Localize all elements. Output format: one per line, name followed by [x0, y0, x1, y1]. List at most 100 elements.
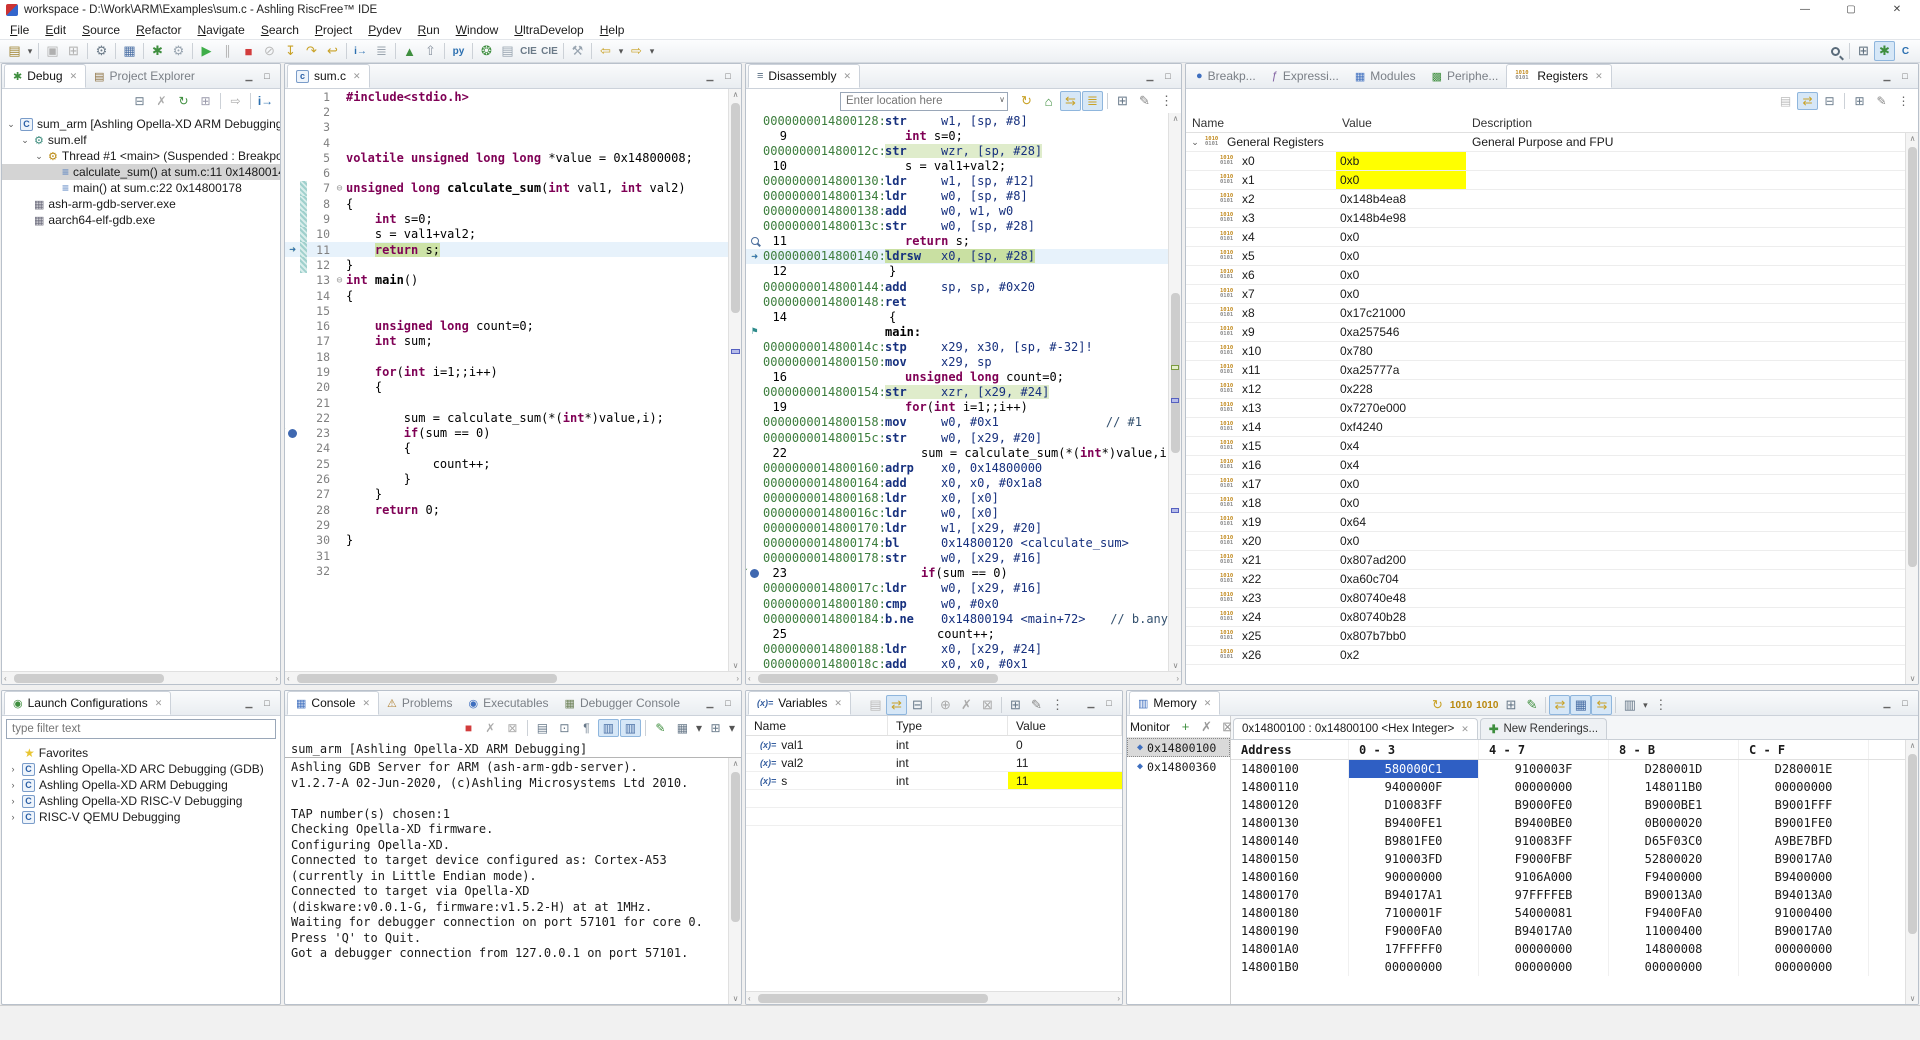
menu-help[interactable]: Help — [592, 22, 633, 38]
register-value[interactable]: 0x780 — [1336, 342, 1466, 360]
column-header[interactable]: 0 - 3 — [1349, 740, 1479, 759]
line-number[interactable]: 20 — [307, 380, 333, 394]
line-number[interactable]: 30 — [307, 533, 333, 547]
pin-memory-button[interactable]: ✎ — [1521, 695, 1542, 715]
close-icon[interactable]: ✕ — [353, 71, 361, 82]
back-button[interactable]: ⇦ — [595, 41, 616, 61]
register-row[interactable]: 10100101x220xa60c704 — [1186, 570, 1905, 589]
tab-breakp-[interactable]: ●Breakp... — [1188, 64, 1264, 88]
maximize-button[interactable]: ▢ — [1828, 0, 1874, 20]
debug-tree-item[interactable]: ⌄⚙sum.elf — [2, 132, 280, 148]
line-number[interactable]: 16 — [307, 319, 333, 333]
editor-line[interactable]: 4 — [285, 135, 728, 150]
register-row[interactable]: 10100101x170x0 — [1186, 475, 1905, 494]
build-all-button[interactable]: ⚙ — [91, 41, 112, 61]
overview-marker[interactable] — [1171, 508, 1179, 513]
breakpoint-marker[interactable]: ✓ — [746, 566, 763, 581]
register-row[interactable]: 10100101x240x80740b28 — [1186, 608, 1905, 627]
cie-trace-button[interactable]: CIE — [518, 41, 539, 61]
tab-launch-configurations[interactable]: ◉Launch Configurations✕ — [4, 691, 171, 715]
remove-button[interactable]: ✗ — [956, 695, 977, 715]
register-row[interactable]: 10100101x130x7270e000 — [1186, 399, 1905, 418]
register-value[interactable]: 0x80740b28 — [1336, 608, 1466, 626]
line-number[interactable]: 12 — [307, 258, 333, 272]
disassembly-row[interactable]: 0000000014800134:ldrw0, [sp, #8] — [746, 188, 1168, 203]
open-dropdown-button[interactable]: ▾ — [727, 719, 737, 737]
scroll-down-icon[interactable]: ∨ — [729, 661, 741, 670]
line-number[interactable]: 25 — [307, 457, 333, 471]
registers-vertical-scrollbar[interactable]: ∧ ∨ — [1905, 133, 1918, 684]
collapse-all-button[interactable]: ⊟ — [1819, 92, 1840, 110]
search-button[interactable] — [1825, 41, 1846, 61]
tab-expressi-[interactable]: ƒExpressi... — [1264, 64, 1347, 88]
disassembly-row[interactable]: 25count++; — [746, 626, 1168, 641]
disassembly-row[interactable]: 12} — [746, 264, 1168, 279]
minimize-panel-button[interactable]: ▁ — [240, 698, 258, 709]
disassembly-row[interactable]: 0000000014800164:addx0, x0, #0x1a8 — [746, 475, 1168, 490]
register-row[interactable]: 10100101x70x0 — [1186, 285, 1905, 304]
register-value[interactable]: 0x7270e000 — [1336, 399, 1466, 417]
tab-problems[interactable]: ⚠Problems — [379, 691, 461, 715]
register-row[interactable]: 10100101x20x148b4ea8 — [1186, 190, 1905, 209]
disassembly-row[interactable]: 000000001480012c:strwzr, [sp, #28] — [746, 143, 1168, 158]
maximize-panel-button[interactable]: □ — [1896, 698, 1914, 708]
memory-cell[interactable]: B90013A0 — [1609, 886, 1739, 904]
close-icon[interactable]: ✕ — [70, 71, 78, 82]
collapse-all-button[interactable]: ⊟ — [907, 695, 928, 715]
memory-cell[interactable]: B9400BE0 — [1479, 814, 1609, 832]
chevron-down-icon[interactable]: ⌄ — [20, 135, 30, 146]
memory-cell[interactable]: B9000BE1 — [1609, 796, 1739, 814]
menu-ultradevelop[interactable]: UltraDevelop — [506, 22, 591, 38]
close-icon[interactable]: ✕ — [155, 698, 163, 709]
register-value[interactable]: 0x0 — [1336, 266, 1466, 284]
collapse-all-button[interactable]: ⊟ — [129, 92, 150, 110]
chevron-down-icon[interactable]: ⌄ — [6, 119, 16, 130]
memory-cell[interactable]: F9400000 — [1609, 868, 1739, 886]
column-header[interactable]: Name — [1186, 116, 1336, 130]
variable-value[interactable]: 11 — [1008, 772, 1122, 789]
line-number[interactable]: 4 — [307, 136, 333, 150]
open-task-button[interactable]: ⚒ — [567, 41, 588, 61]
line-number[interactable]: 19 — [307, 365, 333, 379]
line-number[interactable]: 15 — [307, 304, 333, 318]
show-columns-button[interactable]: ▤ — [1775, 92, 1796, 110]
pin-button[interactable]: ⇧ — [420, 41, 441, 61]
forward-dropdown-button[interactable]: ▾ — [647, 41, 657, 61]
memory-cell[interactable]: D65F03C0 — [1609, 832, 1739, 850]
editor-line[interactable]: 6 — [285, 165, 728, 180]
new-pydev-module-button[interactable]: ❂ — [476, 41, 497, 61]
disassembly-row[interactable]: 0000000014800128:strw1, [sp, #8] — [746, 113, 1168, 128]
register-row[interactable]: 10100101x80x17c21000 — [1186, 304, 1905, 323]
memory-cell[interactable]: B94013A0 — [1739, 886, 1869, 904]
line-number[interactable]: 5 — [307, 151, 333, 165]
forward-button[interactable]: ⇨ — [626, 41, 647, 61]
remove-launch-button[interactable]: ✗ — [480, 719, 501, 737]
show-source-button[interactable]: ≣ — [371, 41, 392, 61]
tab-debug[interactable]: ✱Debug✕ — [4, 64, 86, 88]
disassembly-horizontal-scrollbar[interactable]: ‹› — [746, 671, 1181, 684]
register-value[interactable]: 0xf4240 — [1336, 418, 1466, 436]
memory-cell[interactable]: D280001D — [1609, 760, 1739, 778]
copy-stack-button[interactable]: ⊞ — [195, 92, 216, 110]
disassembly-row[interactable]: 0000000014800130:ldrw1, [sp, #12] — [746, 173, 1168, 188]
show-source-toggle-button[interactable]: ≣ — [1082, 91, 1103, 111]
register-row[interactable]: 10100101x260x2 — [1186, 646, 1905, 665]
new-wizard-button[interactable]: ▤ — [4, 41, 25, 61]
line-number[interactable]: 32 — [307, 564, 333, 578]
maximize-panel-button[interactable]: □ — [1100, 698, 1118, 708]
editor-line[interactable]: 3 — [285, 120, 728, 135]
editor-line[interactable]: 20 { — [285, 380, 728, 395]
register-value[interactable]: 0x148b4ea8 — [1336, 190, 1466, 208]
editor-line[interactable]: 21 — [285, 395, 728, 410]
line-number[interactable]: 7 — [307, 181, 333, 195]
register-value[interactable]: 0x4 — [1336, 437, 1466, 455]
maximize-panel-button[interactable]: □ — [719, 71, 737, 81]
chevron-right-icon[interactable]: › — [8, 796, 18, 806]
disassembly-row[interactable]: 0000000014800148:ret — [746, 294, 1168, 309]
rendering-tab[interactable]: 0x14800100 : 0x14800100 <Hex Integer> ✕ — [1233, 718, 1478, 739]
memory-cell[interactable]: 148011B0 — [1609, 778, 1739, 796]
line-number[interactable]: 22 — [307, 411, 333, 425]
minimize-panel-button[interactable]: ▁ — [1082, 698, 1100, 709]
remove-monitor-button[interactable]: ✗ — [1196, 717, 1217, 737]
disassembly-row[interactable]: 0000000014800158:movw0, #0x1// #1 — [746, 415, 1168, 430]
